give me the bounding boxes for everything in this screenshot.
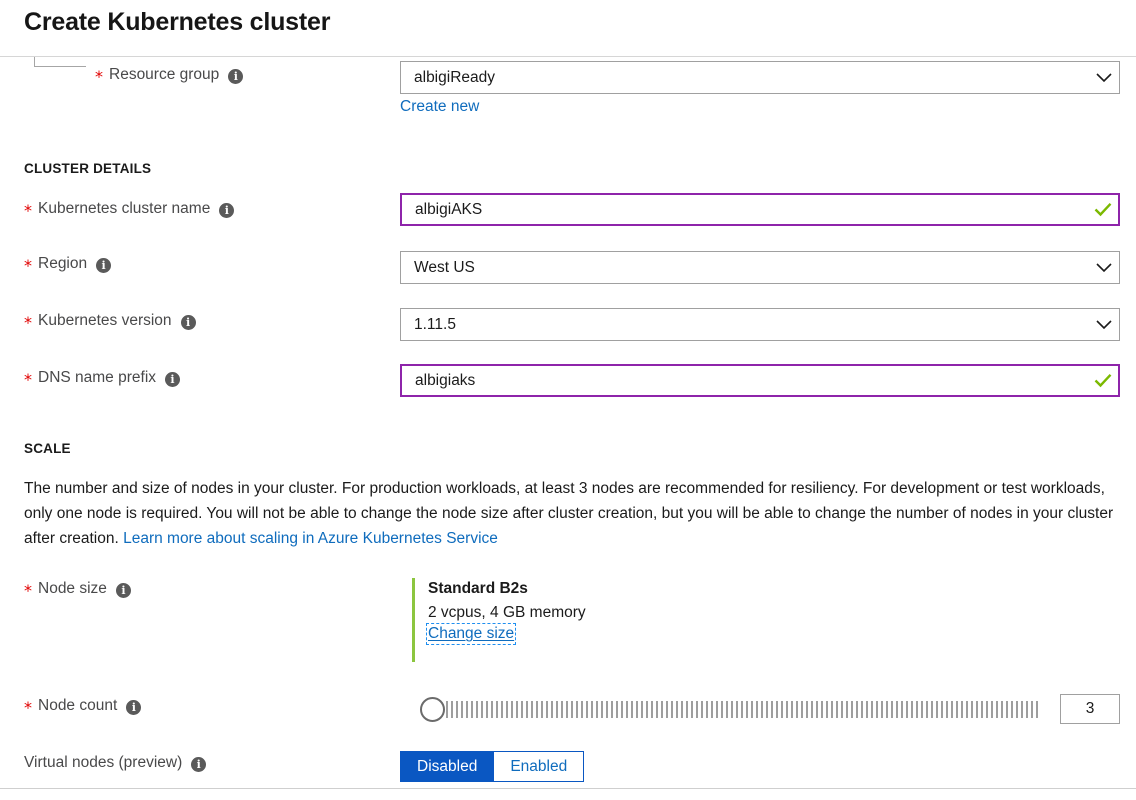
info-icon[interactable]: i (219, 202, 235, 218)
node-size-label: * Node size i (24, 579, 131, 599)
info-icon[interactable]: i (165, 371, 181, 387)
node-size-specs: 2 vcpus, 4 GB memory (428, 604, 586, 621)
required-asterisk: * (95, 67, 103, 86)
dns-name-prefix-label-text: DNS name prefix (38, 369, 157, 386)
region-dropdown[interactable]: West US (400, 251, 1120, 284)
dns-name-prefix-label: * DNS name prefix i (24, 368, 181, 389)
resource-group-label-text: Resource group (109, 66, 220, 83)
node-count-label-text: Node count (38, 697, 118, 714)
learn-more-scaling-link[interactable]: Learn more about scaling in Azure Kubern… (123, 530, 498, 547)
info-icon[interactable]: i (115, 582, 131, 598)
region-label-text: Region (38, 255, 88, 272)
chevron-down-icon[interactable] (1089, 309, 1119, 340)
change-size-link[interactable]: Change size (425, 623, 517, 645)
virtual-nodes-label-text: Virtual nodes (preview) (24, 754, 183, 771)
dns-name-prefix-value: albigiaks (415, 371, 476, 389)
required-asterisk: * (24, 370, 32, 389)
kubernetes-version-label: * Kubernetes version i (24, 311, 196, 331)
info-icon[interactable]: i (126, 699, 142, 715)
required-asterisk: * (24, 201, 32, 220)
region-value: West US (414, 258, 475, 276)
kubernetes-version-value: 1.11.5 (414, 315, 456, 333)
slider-thumb[interactable] (420, 696, 445, 722)
required-asterisk: * (24, 313, 32, 332)
info-icon[interactable]: i (191, 756, 207, 772)
page-title: Create Kubernetes cluster (24, 8, 331, 36)
dns-name-prefix-input[interactable]: albigiaks (400, 364, 1120, 397)
required-asterisk: * (24, 256, 32, 275)
required-asterisk: * (24, 698, 32, 717)
node-count-input[interactable]: 3 (1060, 694, 1120, 724)
clipped-control-above (34, 57, 86, 67)
info-icon[interactable]: i (180, 314, 196, 330)
node-count-label: * Node count i (24, 696, 142, 717)
chevron-down-icon[interactable] (1089, 62, 1119, 93)
check-icon (1088, 366, 1118, 395)
kubernetes-cluster-name-label-text: Kubernetes cluster name (38, 200, 211, 217)
virtual-nodes-toggle[interactable]: Disabled Enabled (400, 751, 585, 782)
node-size-card: Standard B2s 2 vcpus, 4 GB memory Change… (412, 578, 586, 662)
top-divider (0, 56, 1136, 57)
info-icon[interactable]: i (96, 257, 112, 273)
resource-group-dropdown[interactable]: albigiReady (400, 61, 1120, 94)
resource-group-label: * Resource group i (95, 65, 244, 86)
chevron-down-icon[interactable] (1089, 252, 1119, 283)
scale-heading: SCALE (24, 441, 71, 456)
required-asterisk: * (24, 581, 32, 600)
slider-track[interactable] (446, 700, 1040, 718)
kubernetes-cluster-name-input[interactable]: albigiAKS (400, 193, 1120, 226)
resource-group-value: albigiReady (414, 68, 495, 86)
kubernetes-cluster-name-label: * Kubernetes cluster name i (24, 199, 235, 220)
create-kubernetes-cluster-blade: Create Kubernetes cluster * Resource gro… (0, 0, 1136, 800)
kubernetes-cluster-name-value: albigiAKS (415, 200, 483, 218)
kubernetes-version-dropdown[interactable]: 1.11.5 (400, 308, 1120, 341)
check-icon (1088, 195, 1118, 224)
create-new-resource-group-link[interactable]: Create new (400, 98, 479, 116)
info-icon[interactable]: i (228, 68, 244, 84)
virtual-nodes-label: Virtual nodes (preview) i (24, 753, 207, 773)
scale-description: The number and size of nodes in your clu… (24, 476, 1118, 551)
node-size-label-text: Node size (38, 580, 107, 597)
cluster-details-heading: CLUSTER DETAILS (24, 161, 152, 176)
node-count-slider[interactable] (420, 695, 1040, 723)
virtual-nodes-option-enabled[interactable]: Enabled (494, 751, 585, 782)
region-label: * Region i (24, 254, 112, 275)
kubernetes-version-label-text: Kubernetes version (38, 312, 172, 329)
bottom-divider (0, 788, 1136, 789)
node-size-title: Standard B2s (428, 580, 528, 597)
virtual-nodes-option-disabled[interactable]: Disabled (400, 751, 495, 782)
